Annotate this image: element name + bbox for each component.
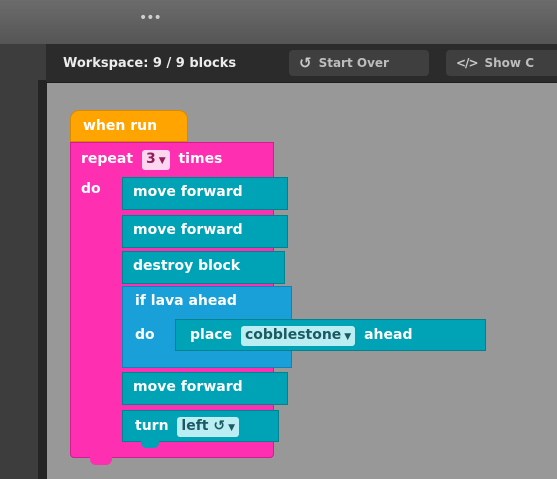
place-block[interactable]: place cobblestone ▼ ahead — [175, 319, 486, 351]
place-item-dropdown[interactable]: cobblestone ▼ — [240, 326, 356, 346]
start-over-button[interactable]: ↺ Start Over — [289, 50, 429, 76]
chevron-down-icon: ▼ — [344, 332, 352, 342]
destroy-block-block[interactable]: destroy block — [122, 251, 285, 284]
move-forward-block[interactable]: move forward — [122, 215, 288, 248]
show-code-button[interactable]: </> Show C — [446, 50, 557, 76]
panel-scrollbar[interactable] — [38, 80, 47, 479]
repeat-count-value: 3 — [145, 151, 156, 167]
loop-bottom-notch — [90, 456, 112, 465]
move-forward-block[interactable]: move forward — [122, 372, 288, 405]
repeat-suffix: times — [178, 151, 223, 167]
window-grip-handle[interactable]: ••• — [139, 11, 162, 25]
workspace-block-count: Workspace: 9 / 9 blocks — [63, 56, 237, 71]
turn-direction-value: left ↺ — [181, 418, 226, 434]
move-forward-label: move forward — [133, 184, 243, 200]
show-code-label: Show C — [484, 56, 535, 70]
repeat-count-dropdown[interactable]: 3 ▼ — [141, 150, 170, 170]
repeat-do-label: do — [81, 181, 101, 197]
turn-bottom-notch — [141, 441, 159, 448]
undo-icon: ↺ — [299, 54, 312, 72]
turn-label: turn — [135, 418, 169, 434]
when-run-block[interactable]: when run — [70, 110, 188, 142]
if-lava-label: if lava ahead — [135, 293, 237, 309]
when-run-label: when run — [83, 118, 158, 134]
turn-direction-dropdown[interactable]: left ↺ ▼ — [177, 417, 240, 437]
chevron-down-icon: ▼ — [158, 156, 166, 166]
chevron-down-icon: ▼ — [228, 423, 236, 433]
start-over-label: Start Over — [318, 56, 389, 70]
if-do-label: do — [135, 327, 155, 343]
window-titlebar: ••• — [0, 0, 557, 44]
move-forward-label: move forward — [133, 222, 243, 238]
place-label: place — [190, 327, 233, 343]
destroy-block-label: destroy block — [133, 258, 241, 274]
workspace-header: Workspace: 9 / 9 blocks ↺ Start Over </>… — [46, 44, 557, 83]
turn-block[interactable]: turn left ↺ ▼ — [122, 410, 279, 442]
repeat-header: repeat 3 ▼ times — [81, 149, 222, 170]
code-icon: </> — [456, 56, 478, 70]
repeat-label: repeat — [81, 151, 134, 167]
place-item-value: cobblestone — [244, 327, 342, 343]
move-forward-label: move forward — [133, 379, 243, 395]
place-suffix: ahead — [364, 327, 413, 343]
move-forward-block[interactable]: move forward — [122, 177, 288, 210]
